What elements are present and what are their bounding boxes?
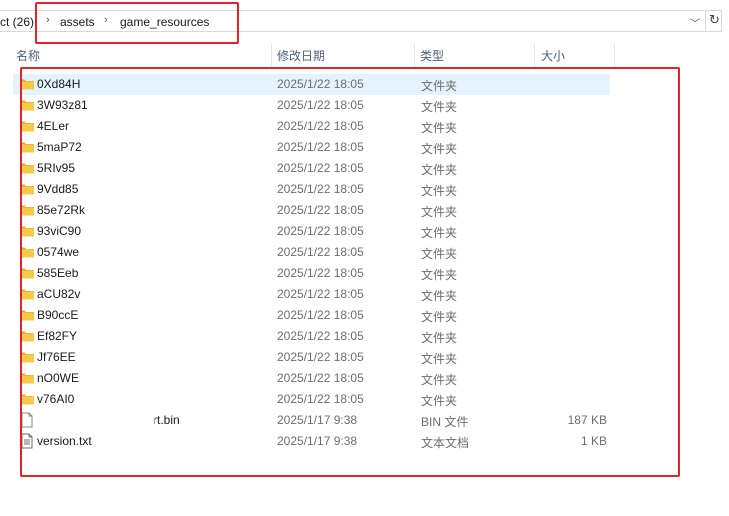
breadcrumb-project[interactable]: ct (26) — [0, 15, 34, 29]
column-divider[interactable] — [534, 44, 535, 68]
refresh-icon[interactable]: ↻ — [709, 12, 720, 28]
column-header-type[interactable]: 类型 — [420, 47, 444, 64]
address-divider — [705, 11, 706, 31]
column-header-size[interactable]: 大小 — [541, 47, 565, 64]
column-header-date[interactable]: 修改日期 — [277, 47, 325, 64]
column-header-row: 名称 修改日期 类型 大小 — [0, 44, 729, 68]
column-header-name[interactable]: 名称 — [16, 47, 40, 64]
column-divider[interactable] — [614, 44, 615, 68]
file-list-highlight-box — [20, 67, 680, 477]
column-divider[interactable] — [414, 44, 415, 68]
address-history-dropdown-icon[interactable]: ﹀ — [690, 15, 700, 30]
column-divider[interactable] — [271, 44, 272, 68]
address-highlight-box — [35, 2, 239, 44]
